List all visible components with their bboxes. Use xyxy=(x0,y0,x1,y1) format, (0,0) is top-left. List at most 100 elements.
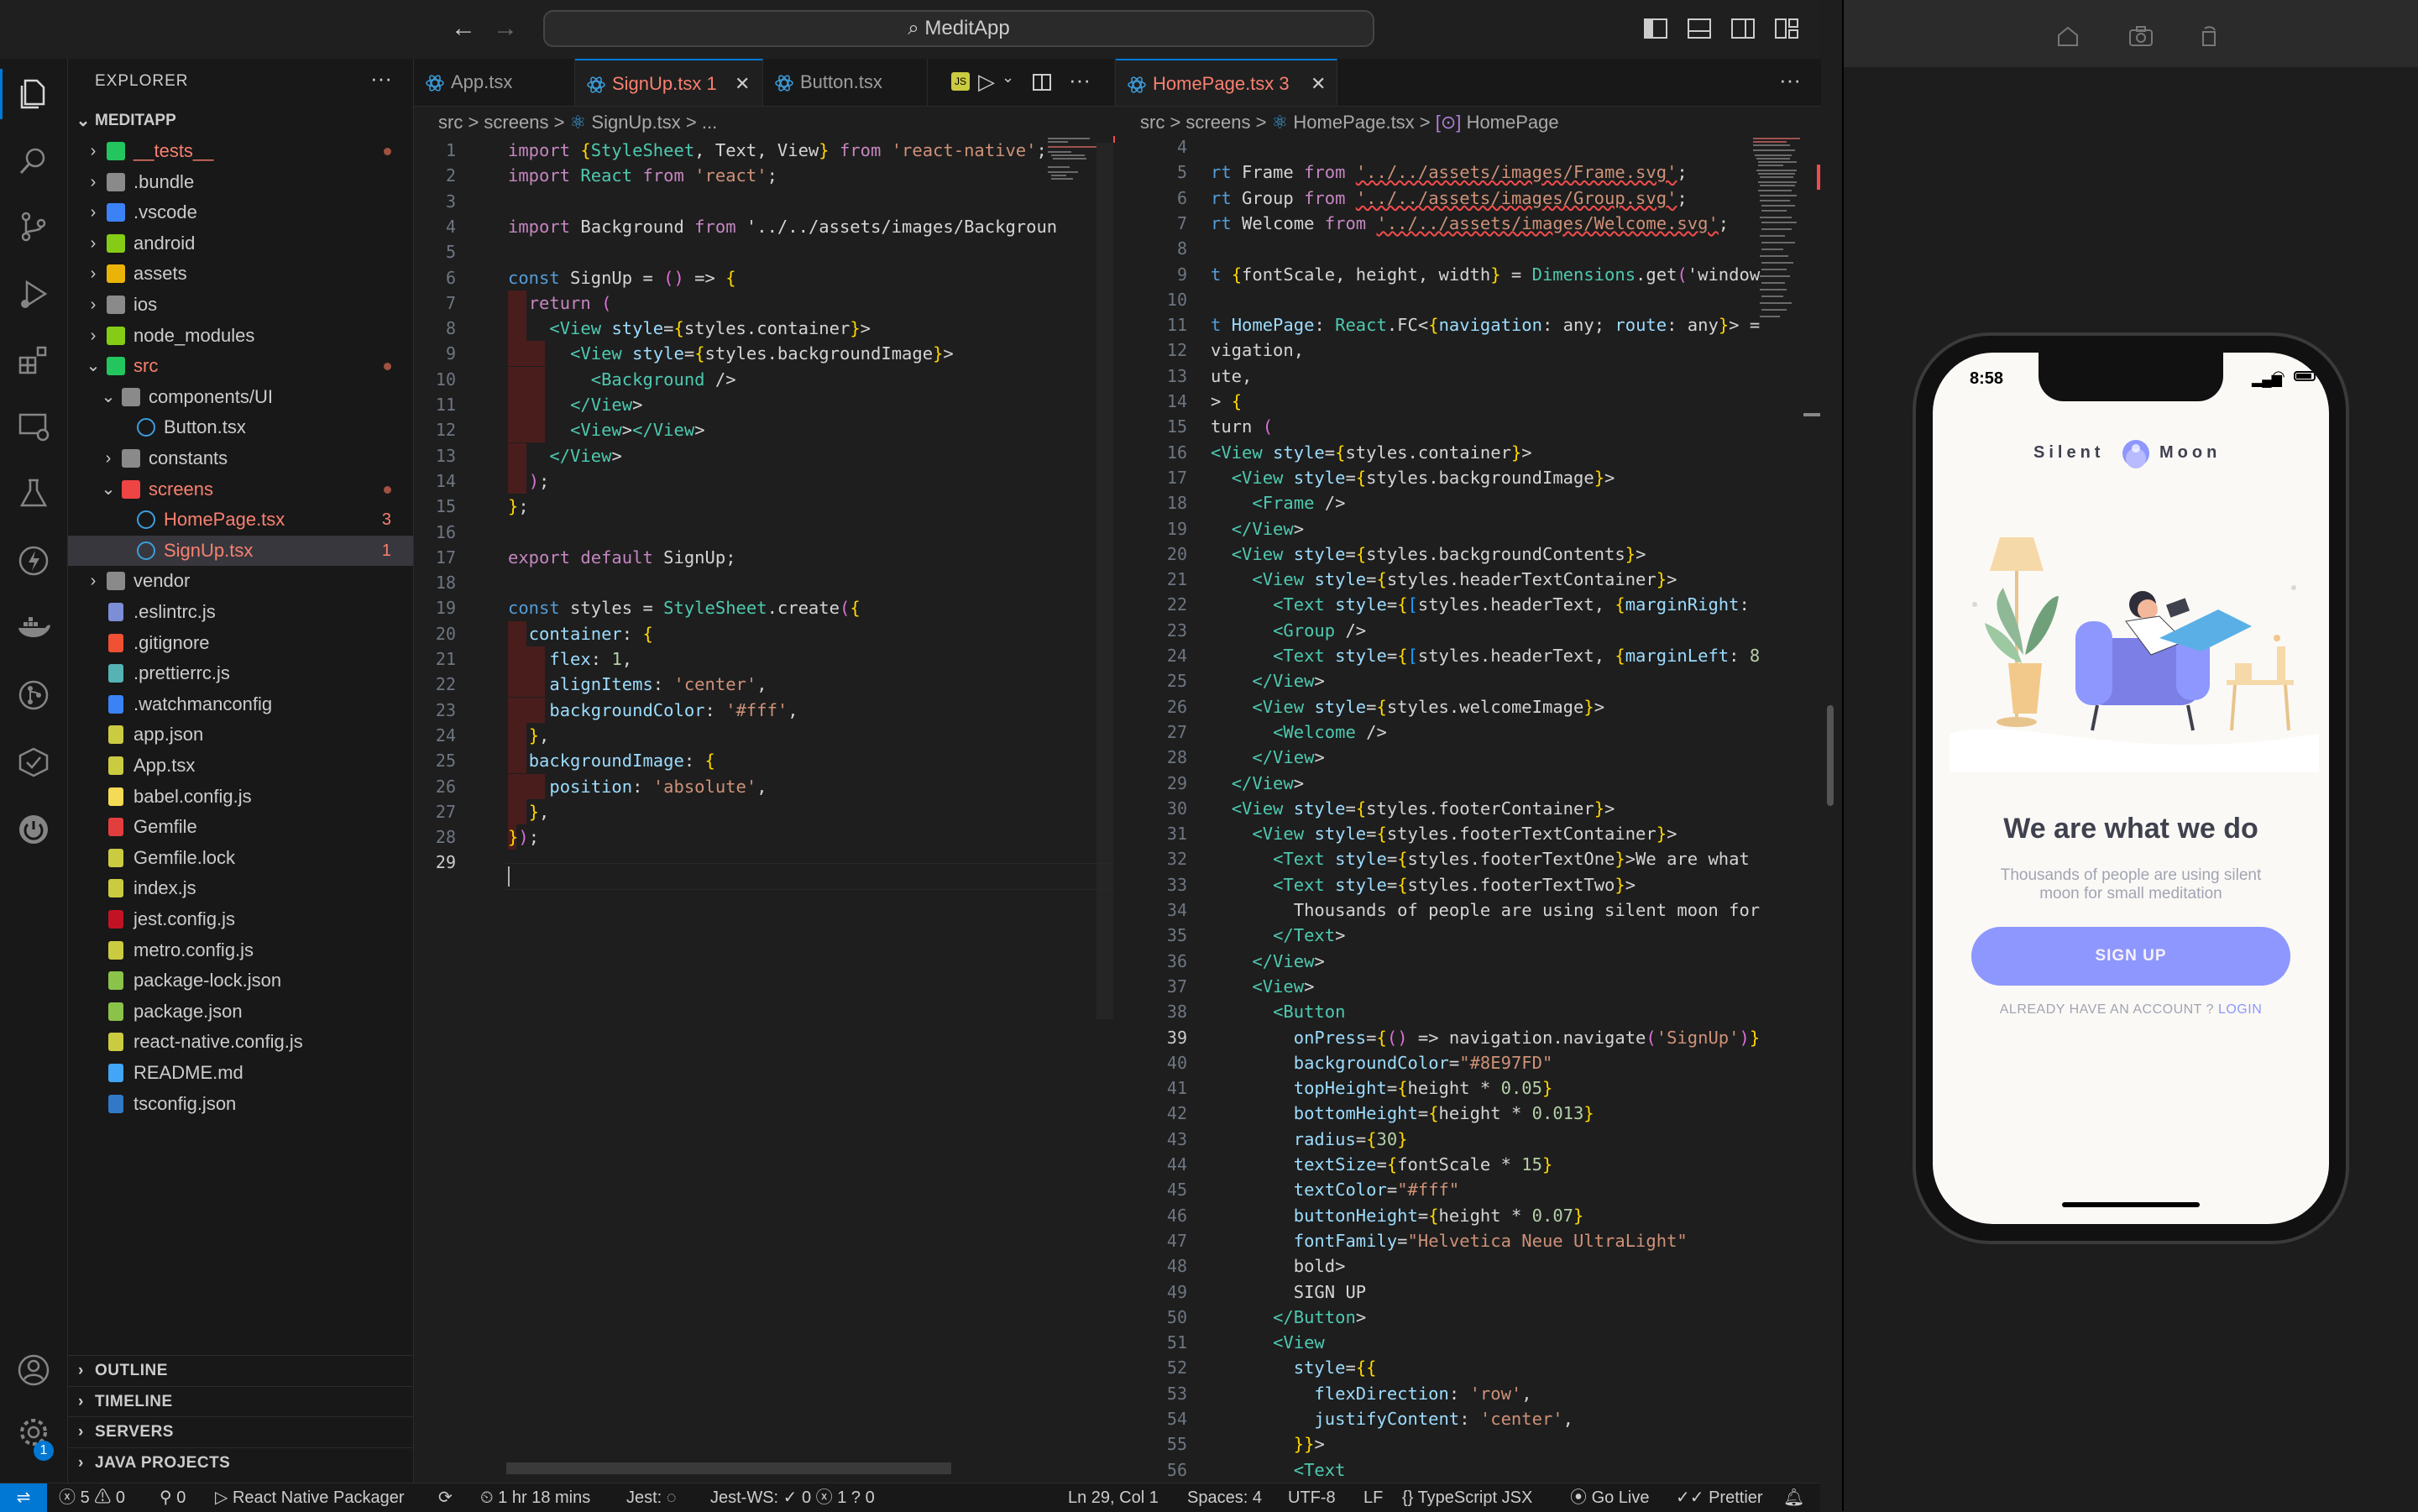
extensions-icon[interactable] xyxy=(15,341,52,378)
more-actions-icon[interactable]: ··· xyxy=(370,65,392,92)
tab-app-tsx[interactable]: App.tsx xyxy=(414,59,575,106)
tree-item[interactable]: package-lock.json xyxy=(68,965,413,996)
thunder-client-icon[interactable] xyxy=(15,542,52,579)
more-actions-icon[interactable]: ··· xyxy=(1779,67,1801,93)
tree-item[interactable]: › assets xyxy=(68,259,413,289)
run-debug-icon[interactable] xyxy=(15,275,52,312)
tree-item[interactable]: .prettierrc.js xyxy=(68,658,413,688)
close-icon[interactable]: ✕ xyxy=(735,60,750,107)
tree-item[interactable]: Gemfile.lock xyxy=(68,843,413,873)
home-indicator[interactable] xyxy=(2062,1202,2200,1207)
tree-item[interactable]: ⌄ components/UI xyxy=(68,382,413,412)
explorer-icon[interactable] xyxy=(15,76,52,112)
tree-item[interactable]: jest.config.js xyxy=(68,904,413,934)
toggle-primary-sidebar-icon[interactable] xyxy=(1642,15,1669,42)
tab-signup-tsx[interactable]: SignUp.tsx 1 ✕ xyxy=(575,59,763,106)
left-horizontal-scrollbar[interactable] xyxy=(506,1462,951,1474)
cursor-position[interactable]: Ln 29, Col 1 xyxy=(1068,1483,1159,1512)
testing-icon[interactable] xyxy=(15,475,52,512)
tree-item[interactable]: .eslintrc.js xyxy=(68,597,413,627)
live-share-icon[interactable] xyxy=(15,744,52,781)
chevron-down-icon[interactable]: ⌄ xyxy=(1002,69,1014,86)
sidebar-section[interactable]: › JAVA PROJECTS xyxy=(68,1447,413,1478)
tree-item[interactable]: babel.config.js xyxy=(68,782,413,812)
tree-item[interactable]: react-native.config.js xyxy=(68,1027,413,1057)
tab-button-tsx[interactable]: Button.tsx xyxy=(763,59,928,106)
tree-item[interactable]: SignUp.tsx 1 xyxy=(68,535,413,566)
tree-item[interactable]: index.js xyxy=(68,873,413,903)
sidebar-section[interactable]: › OUTLINE xyxy=(68,1355,413,1386)
time-tracker[interactable]: ⏲ 1 hr 18 mins xyxy=(480,1483,590,1512)
tree-item[interactable]: ⌄ src xyxy=(68,351,413,381)
gitlens-icon[interactable] xyxy=(15,677,52,714)
sidebar-section[interactable]: › TIMELINE xyxy=(68,1385,413,1417)
left-code-editor[interactable]: 1 import {StyleSheet, Text, View} from 'r… xyxy=(414,138,1114,1481)
tree-item[interactable]: › ios xyxy=(68,290,413,320)
language-mode[interactable]: {} TypeScript JSX xyxy=(1402,1483,1532,1512)
run-icon[interactable]: ▷ xyxy=(978,69,995,95)
go-live-button[interactable]: ⦿ Go Live xyxy=(1570,1483,1650,1512)
sidebar-section[interactable]: › SERVERS xyxy=(68,1416,413,1447)
rotate-icon[interactable] xyxy=(2196,24,2222,49)
tree-item[interactable]: Button.tsx xyxy=(68,412,413,442)
toggle-secondary-sidebar-icon[interactable] xyxy=(1730,15,1756,42)
sync-icon[interactable]: ⟳ xyxy=(438,1483,453,1512)
command-center-search[interactable]: ⌕ MeditApp xyxy=(543,10,1374,47)
tree-item[interactable]: App.tsx xyxy=(68,751,413,781)
tree-item[interactable]: app.json xyxy=(68,719,413,750)
indentation[interactable]: Spaces: 4 xyxy=(1187,1483,1262,1512)
jest-status[interactable]: Jest: ◌ xyxy=(626,1483,677,1512)
home-icon[interactable] xyxy=(2055,24,2080,49)
power-icon[interactable] xyxy=(15,811,52,848)
tree-item[interactable]: .watchmanconfig xyxy=(68,689,413,719)
tree-item[interactable]: › constants xyxy=(68,443,413,473)
forward-arrow-icon[interactable]: → xyxy=(490,13,521,44)
tree-item[interactable]: .gitignore xyxy=(68,628,413,658)
tree-item[interactable]: › __tests__ xyxy=(68,136,413,166)
tree-item[interactable]: HomePage.tsx 3 xyxy=(68,505,413,535)
more-actions-icon[interactable]: ··· xyxy=(1069,67,1091,93)
tree-item[interactable]: › node_modules xyxy=(68,321,413,351)
tree-item[interactable]: tsconfig.json xyxy=(68,1089,413,1119)
ports-indicator[interactable]: ⚲ 0 xyxy=(160,1483,186,1512)
problems-indicator[interactable]: ⓧ 5 ⚠ 0 xyxy=(59,1483,125,1512)
prettier-status[interactable]: ✓✓ Prettier xyxy=(1676,1483,1763,1512)
jest-ws-status[interactable]: Jest-WS: ✓ 0 ⓧ 1 ? 0 xyxy=(710,1483,875,1512)
remote-explorer-icon[interactable] xyxy=(15,408,52,445)
end-of-line[interactable]: LF xyxy=(1363,1483,1383,1512)
tree-item[interactable]: README.md xyxy=(68,1058,413,1088)
tree-item[interactable]: Gemfile xyxy=(68,812,413,842)
docker-icon[interactable] xyxy=(15,610,52,646)
js-debug-icon[interactable]: JS xyxy=(951,72,970,91)
tree-item[interactable]: ⌄ screens xyxy=(68,474,413,505)
left-scrollbar[interactable] xyxy=(1096,143,1113,1019)
account-icon[interactable] xyxy=(15,1352,52,1389)
tree-item-label: ios xyxy=(133,294,158,315)
tab-homepage-tsx[interactable]: HomePage.tsx 3 ✕ xyxy=(1116,59,1337,106)
explorer-root[interactable]: ⌄ MEDITAPP xyxy=(68,106,413,136)
close-icon[interactable]: ✕ xyxy=(1311,60,1326,107)
left-minimap[interactable] xyxy=(1046,136,1098,186)
tree-item[interactable]: › android xyxy=(68,228,413,259)
toggle-panel-icon[interactable] xyxy=(1686,15,1713,42)
right-code-editor[interactable]: 4 5 rt Frame from '../../assets/images/Fra… xyxy=(1115,134,1763,1481)
split-editor-icon[interactable] xyxy=(1032,72,1052,92)
notifications-bell-icon[interactable]: 🔔︎ xyxy=(1783,1483,1804,1512)
encoding[interactable]: UTF-8 xyxy=(1288,1483,1336,1512)
back-arrow-icon[interactable]: ← xyxy=(448,13,479,44)
screenshot-camera-icon[interactable] xyxy=(2128,24,2154,49)
customize-layout-icon[interactable] xyxy=(1773,15,1800,42)
right-minimap[interactable] xyxy=(1751,136,1802,354)
tree-item[interactable]: › .bundle xyxy=(68,167,413,197)
divider-scroll-handle[interactable] xyxy=(1827,705,1834,806)
search-icon[interactable] xyxy=(15,143,52,180)
tree-item[interactable]: metro.config.js xyxy=(68,935,413,965)
tree-item[interactable]: › .vscode xyxy=(68,197,413,228)
packager-status[interactable]: ▷ React Native Packager xyxy=(215,1483,404,1512)
login-link[interactable]: LOGIN xyxy=(2218,1002,2262,1017)
tree-item[interactable]: › vendor xyxy=(68,566,413,596)
remote-indicator-icon[interactable]: ⇌ xyxy=(0,1483,47,1512)
sign-up-button[interactable]: SIGN UP xyxy=(1971,927,2290,986)
tree-item[interactable]: package.json xyxy=(68,997,413,1027)
source-control-icon[interactable] xyxy=(15,208,52,245)
